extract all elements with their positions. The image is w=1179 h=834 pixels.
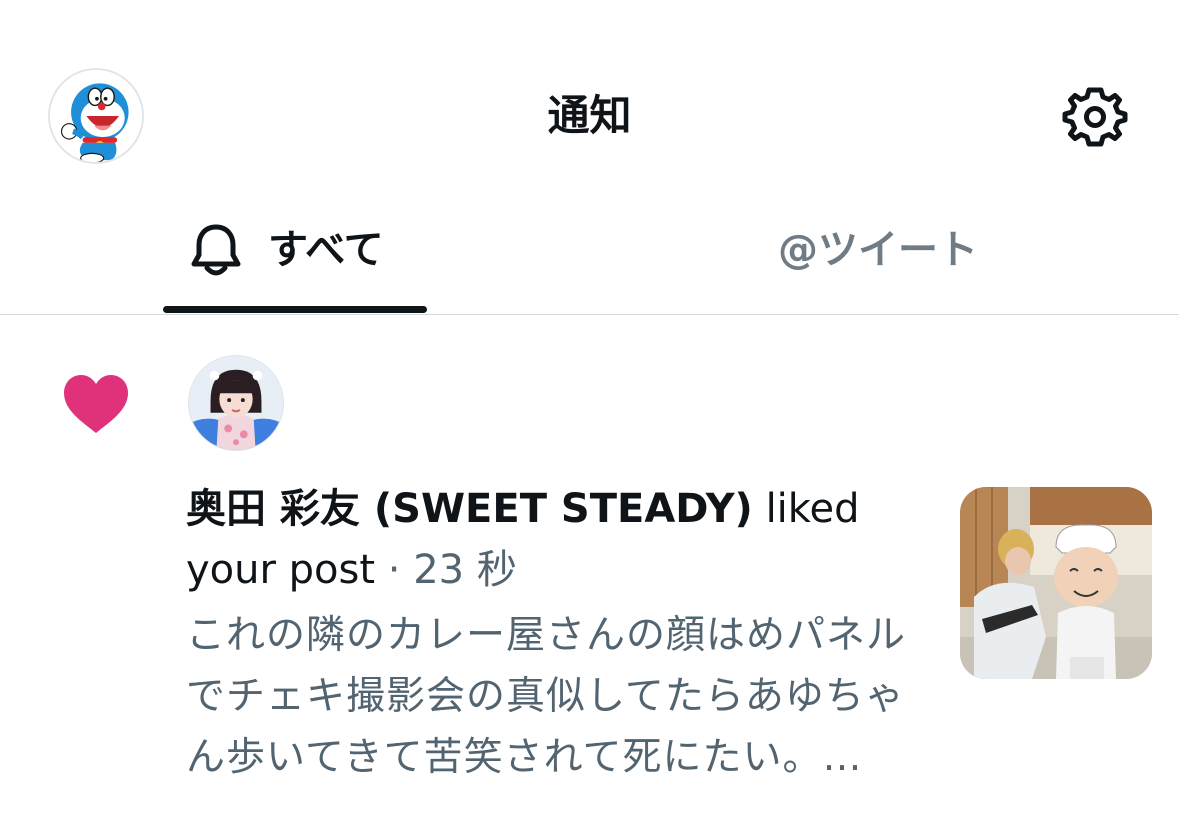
notifications-screen: 通知 すべて @ツイート 奥田 彩友 (SWEET STEADY) liked … [0,0,1179,834]
bell-icon [191,224,241,276]
active-tab-indicator [163,306,427,313]
tab-mentions[interactable]: @ツイート [590,200,1179,315]
tab-all-label: すべて [268,227,384,273]
tab-all[interactable]: すべて [0,200,590,315]
heart-icon [62,373,130,435]
notification-text: 奥田 彩友 (SWEET STEADY) liked your post · 2… [186,479,916,601]
post-thumbnail[interactable] [960,487,1152,679]
notification-item[interactable]: 奥田 彩友 (SWEET STEADY) liked your post · 2… [0,315,1179,834]
page-title: 通知 [547,91,632,140]
timestamp: 23 秒 [413,547,517,593]
post-photo [960,487,1152,679]
separator: · [387,547,401,593]
liker-avatar[interactable] [188,355,284,451]
settings-button[interactable] [1062,84,1128,150]
liker-name[interactable]: 奥田 彩友 (SWEET STEADY) [186,486,753,532]
liked-post-text[interactable]: これの隣のカレー屋さんの顔はめパネルでチェキ撮影会の真似してたらあゆちゃん歩いて… [186,605,926,788]
liker-photo [189,356,283,450]
header: 通知 [0,0,1179,200]
gear-icon [1062,87,1128,147]
tab-all-content: すべて [190,222,384,278]
tab-mentions-label: @ツイート [778,227,978,273]
tab-bar: すべて @ツイート [0,200,1179,315]
